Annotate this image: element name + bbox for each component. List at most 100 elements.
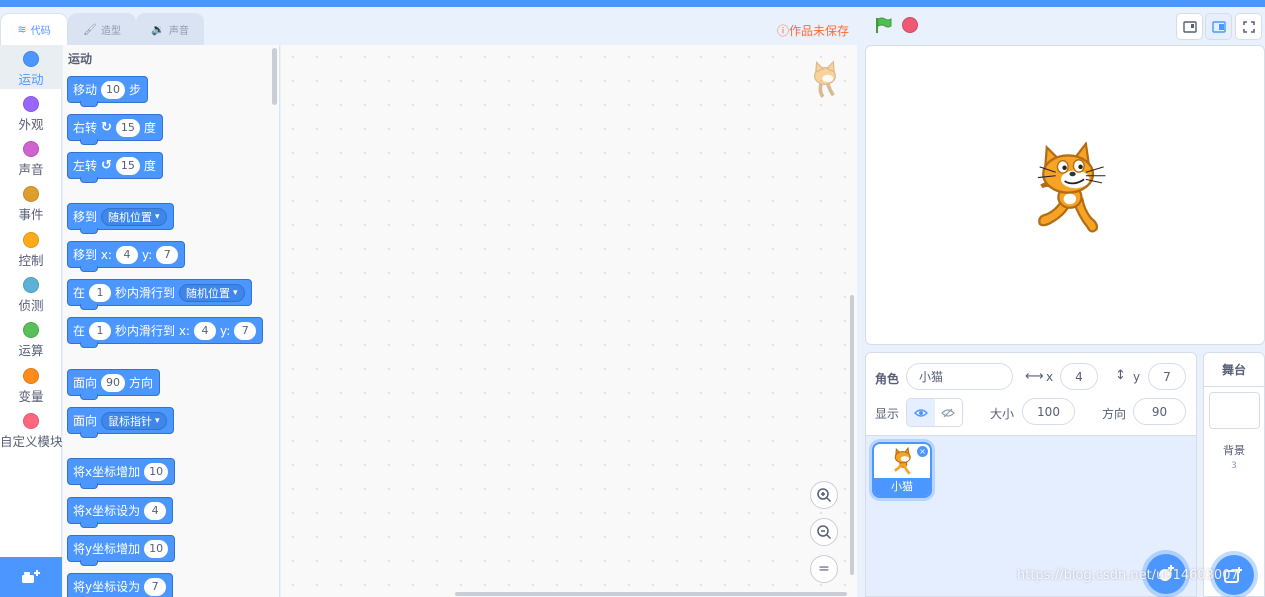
stage-canvas[interactable] xyxy=(865,45,1265,345)
category-control[interactable]: 控制 xyxy=(0,226,62,270)
cat-sprite[interactable] xyxy=(1029,142,1109,238)
block-turn-left[interactable]: 左转 ↺ 15 度 xyxy=(67,152,163,183)
steps-input[interactable]: 10 xyxy=(101,80,126,99)
small-stage-icon xyxy=(1182,20,1197,33)
stage-thumbnail[interactable] xyxy=(1209,392,1260,429)
sprite-label: 角色 xyxy=(875,372,900,386)
zoom-out-icon xyxy=(817,525,832,540)
category-looks[interactable]: 外观 xyxy=(0,90,62,134)
workspace-horizontal-scrollbar[interactable] xyxy=(455,592,847,596)
block-move-steps[interactable]: 移动 10 步 xyxy=(67,76,149,107)
category-operators[interactable]: 运算 xyxy=(0,316,62,360)
stage-panel-title: 舞台 xyxy=(1204,353,1264,387)
block-change-x[interactable]: 将x坐标增加 10 xyxy=(67,458,176,489)
direction-input[interactable]: 90 xyxy=(101,373,126,392)
category-sensing[interactable]: 侦测 xyxy=(0,271,62,315)
sprite-tile[interactable]: × 小猫 xyxy=(872,442,932,498)
x-position-input[interactable]: 4 xyxy=(1060,363,1098,390)
x-input[interactable]: 4 xyxy=(115,245,138,264)
sprite-info-panel: 角色 小猫 ⟷ x 4 ↕ y 7 显示 大小 100 方向 90 xyxy=(865,352,1197,436)
add-extension-button[interactable] xyxy=(0,557,62,597)
x-input[interactable]: 4 xyxy=(193,321,216,340)
block-goto[interactable]: 移到 随机位置 xyxy=(67,203,174,234)
category-sound[interactable]: 声音 xyxy=(0,135,62,179)
category-label: 变量 xyxy=(18,389,44,404)
x-value-input[interactable]: 4 xyxy=(144,501,167,520)
green-flag-icon[interactable] xyxy=(874,16,892,34)
zoom-in-icon xyxy=(817,488,832,503)
block-glide-to-xy[interactable]: 在 1 秒内滑行到 x: 4 y: 7 xyxy=(67,317,264,348)
block-goto-xy[interactable]: 移到 x: 4 y: 7 xyxy=(67,241,186,272)
y-position-input[interactable]: 7 xyxy=(1148,363,1186,390)
sprite-name-input[interactable]: 小猫 xyxy=(906,363,1013,390)
zoom-out-button[interactable] xyxy=(810,518,838,546)
y-value-input[interactable]: 7 xyxy=(144,577,167,596)
small-stage-button[interactable] xyxy=(1176,13,1203,40)
towards-target-dropdown[interactable]: 鼠标指针 xyxy=(101,411,167,430)
block-glide-to[interactable]: 在 1 秒内滑行到 随机位置 xyxy=(67,279,252,310)
control-color-dot xyxy=(23,232,39,248)
zoom-in-button[interactable] xyxy=(810,481,838,509)
seconds-input[interactable]: 1 xyxy=(89,283,112,302)
zoom-reset-button[interactable]: = xyxy=(810,555,838,583)
block-text: 在 xyxy=(73,324,86,338)
eye-icon xyxy=(913,408,928,417)
sound-color-dot xyxy=(23,141,39,157)
block-text: 度 xyxy=(143,121,156,135)
direction-label: 方向 xyxy=(1102,407,1127,421)
hide-sprite-button[interactable] xyxy=(935,399,963,426)
block-set-x[interactable]: 将x坐标设为 4 xyxy=(67,497,174,528)
my-blocks-color-dot xyxy=(23,413,39,429)
degrees-input[interactable]: 15 xyxy=(115,118,140,137)
y-change-input[interactable]: 10 xyxy=(144,539,169,558)
block-point-towards[interactable]: 面向 鼠标指针 xyxy=(67,407,174,438)
operators-color-dot xyxy=(23,322,39,338)
palette-scrollbar[interactable] xyxy=(272,48,277,105)
horizontal-arrows-icon: ⟷ xyxy=(1025,369,1044,384)
category-variables[interactable]: 变量 xyxy=(0,362,62,406)
delete-sprite-icon[interactable]: × xyxy=(917,446,928,457)
category-motion[interactable]: 运动 xyxy=(0,45,62,89)
degrees-input[interactable]: 15 xyxy=(115,156,140,175)
size-input[interactable]: 100 xyxy=(1022,398,1075,425)
y-input[interactable]: 7 xyxy=(234,321,257,340)
unsaved-text: 作品未保存 xyxy=(789,24,850,38)
block-text: 在 xyxy=(73,286,86,300)
show-label: 显示 xyxy=(875,407,900,421)
watermark-text: https://blog.csdn.net/u014603007 xyxy=(1017,568,1239,583)
goto-target-dropdown[interactable]: 随机位置 xyxy=(101,207,167,226)
seconds-input[interactable]: 1 xyxy=(89,321,112,340)
y-input[interactable]: 7 xyxy=(156,245,179,264)
rotate-counterclockwise-icon: ↺ xyxy=(101,158,112,173)
glide-target-dropdown[interactable]: 随机位置 xyxy=(179,283,245,302)
block-text: 步 xyxy=(129,83,142,97)
extension-icon xyxy=(22,570,40,583)
stage-selector-panel[interactable]: 舞台 背景 3 xyxy=(1203,352,1265,597)
category-events[interactable]: 事件 xyxy=(0,180,62,224)
category-label: 外观 xyxy=(18,117,44,132)
block-palette: 运动 移动 10 步 右转 ↻ 15 度 左转 ↺ 15 度 移到 随机位置 移… xyxy=(63,45,280,597)
sensing-color-dot xyxy=(23,277,39,293)
block-text: 将x坐标设为 xyxy=(73,504,141,518)
x-change-input[interactable]: 10 xyxy=(144,462,169,481)
workspace-vertical-scrollbar[interactable] xyxy=(850,295,854,575)
block-turn-right[interactable]: 右转 ↻ 15 度 xyxy=(67,114,163,145)
block-text: 将y坐标设为 xyxy=(73,580,141,594)
normal-stage-button[interactable] xyxy=(1205,13,1232,40)
fullscreen-button[interactable] xyxy=(1235,13,1262,40)
stop-button[interactable] xyxy=(902,17,918,33)
block-set-y[interactable]: 将y坐标设为 7 xyxy=(67,573,174,597)
script-workspace[interactable]: = xyxy=(281,45,857,597)
tab-code[interactable]: ≋ 代码 xyxy=(0,13,68,45)
vertical-arrows-icon: ↕ xyxy=(1115,368,1126,383)
block-change-y[interactable]: 将y坐标增加 10 xyxy=(67,535,176,566)
block-point-in-direction[interactable]: 面向 90 方向 xyxy=(67,369,161,400)
tab-costumes[interactable]: 🖌 造型 xyxy=(68,13,136,45)
tab-sounds[interactable]: 🔉 声音 xyxy=(136,13,204,45)
show-sprite-button[interactable] xyxy=(907,399,935,426)
category-label: 事件 xyxy=(18,207,44,222)
block-text: 右转 xyxy=(73,121,98,135)
direction-input[interactable]: 90 xyxy=(1133,398,1186,425)
block-text: 左转 xyxy=(73,159,98,173)
category-my-blocks[interactable]: 自定义模块 xyxy=(0,407,63,451)
